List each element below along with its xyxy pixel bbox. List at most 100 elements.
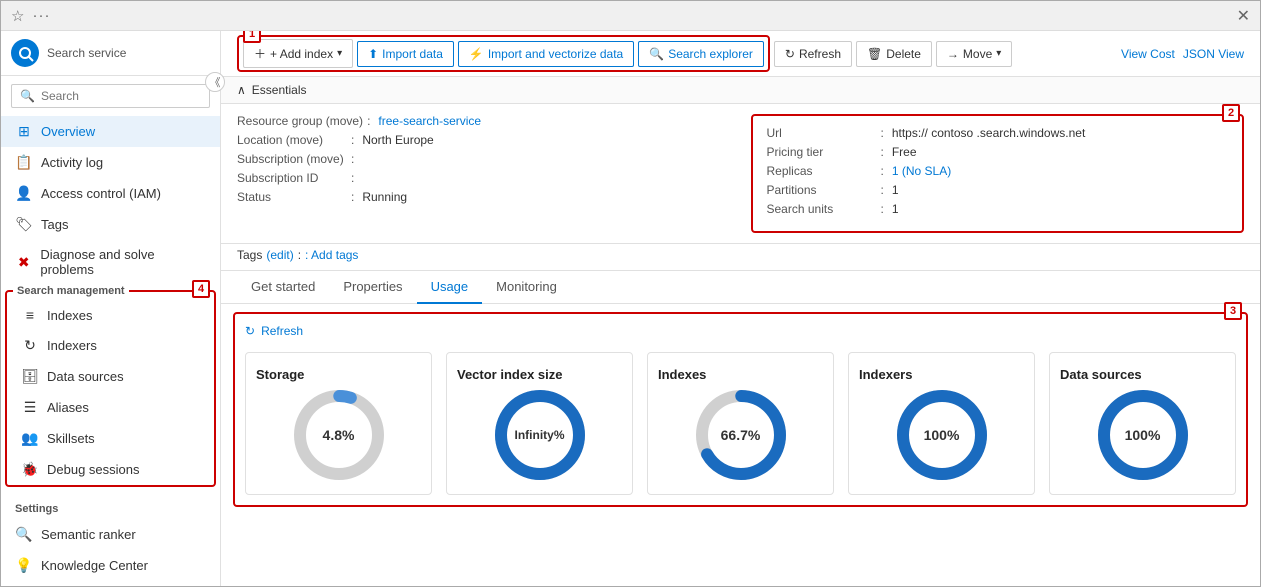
indexers-icon: ↻ bbox=[21, 337, 39, 354]
tags-add-link[interactable]: : Add tags bbox=[305, 248, 358, 262]
cards-row: Storage4.8%Vector index sizeInfinity%Ind… bbox=[245, 352, 1236, 495]
sidebar-item-label: Semantic ranker bbox=[41, 527, 136, 542]
tab-get-started[interactable]: Get started bbox=[237, 271, 329, 304]
collapse-icon[interactable]: 《 bbox=[205, 72, 221, 92]
move-button[interactable]: → Move ▾ bbox=[936, 41, 1012, 67]
import-vectorize-icon: ⚡ bbox=[469, 47, 484, 61]
dropdown-icon: ▾ bbox=[337, 48, 342, 59]
card-title-indexes: Indexes bbox=[658, 367, 706, 382]
more-icon[interactable]: ··· bbox=[32, 7, 50, 24]
donut-wrapper-data-sources: 100% bbox=[1098, 390, 1188, 480]
search-units-row: Search units : 1 bbox=[767, 202, 1229, 216]
sidebar-item-knowledge-center[interactable]: 💡 Knowledge Center bbox=[1, 550, 220, 581]
card-data-sources: Data sources 100% bbox=[1049, 352, 1236, 495]
app-logo bbox=[11, 39, 39, 67]
import-vectorize-button[interactable]: ⚡ Import and vectorize data bbox=[458, 41, 634, 67]
sidebar-item-access-control[interactable]: 👤 Access control (IAM) bbox=[1, 178, 220, 209]
pricing-row: Pricing tier : Free bbox=[767, 145, 1229, 159]
page-content: ∧ Essentials Resource group (move) : fre… bbox=[221, 77, 1260, 586]
view-cost-link[interactable]: View Cost bbox=[1121, 47, 1175, 61]
import-data-icon: ⬆ bbox=[368, 47, 378, 61]
sidebar-item-tags[interactable]: 🏷 Tags bbox=[1, 209, 220, 240]
essentials-right-wrapper: 2 Url : https:// contoso .search.windows… bbox=[751, 114, 1245, 233]
close-icon[interactable]: ✕ bbox=[1237, 6, 1250, 26]
sidebar-service-label: Search service bbox=[47, 46, 126, 60]
diagnose-icon: ✖ bbox=[15, 254, 32, 271]
badge-2: 2 bbox=[1222, 104, 1240, 122]
pricing-value: Free bbox=[892, 145, 917, 159]
sidebar-item-indexes[interactable]: ≡ Indexes bbox=[7, 300, 214, 330]
activity-log-icon: 📋 bbox=[15, 154, 33, 171]
donut-wrapper-storage: 4.8% bbox=[294, 390, 384, 480]
replicas-label: Replicas bbox=[767, 164, 877, 178]
replicas-value[interactable]: 1 (No SLA) bbox=[892, 164, 951, 178]
sidebar-item-label: Indexes bbox=[47, 308, 93, 323]
import-data-button[interactable]: ⬆ Import data bbox=[357, 41, 454, 67]
json-view-link[interactable]: JSON View bbox=[1183, 47, 1244, 61]
url-row: Url : https:// contoso .search.windows.n… bbox=[767, 126, 1229, 140]
sidebar-item-indexers[interactable]: ↻ Indexers bbox=[7, 330, 214, 361]
resource-group-label: Resource group (move) bbox=[237, 114, 363, 128]
tabs-container: Get started Properties Usage Monitoring bbox=[221, 271, 1260, 304]
tab-properties[interactable]: Properties bbox=[329, 271, 416, 304]
sidebar-item-activity-log[interactable]: 📋 Activity log bbox=[1, 147, 220, 178]
search-explorer-icon: 🔍 bbox=[649, 47, 664, 61]
add-index-button[interactable]: ＋ + Add index ▾ bbox=[243, 39, 353, 68]
essentials-header[interactable]: ∧ Essentials bbox=[221, 77, 1260, 104]
delete-button[interactable]: 🗑 Delete bbox=[856, 41, 932, 67]
essentials-collapse-icon[interactable]: ∧ bbox=[237, 83, 246, 97]
card-storage: Storage4.8% bbox=[245, 352, 432, 495]
toolbar-right: View Cost JSON View bbox=[1121, 47, 1244, 61]
tags-edit-link[interactable]: (edit) bbox=[266, 248, 293, 262]
star-icon[interactable]: ☆ bbox=[11, 7, 24, 25]
resource-group-value[interactable]: free-search-service bbox=[378, 114, 481, 128]
donut-wrapper-indexes: 66.7% bbox=[696, 390, 786, 480]
usage-refresh-row[interactable]: ↻ Refresh bbox=[245, 324, 1236, 338]
overview-icon: ⊞ bbox=[15, 123, 33, 140]
sidebar-item-overview[interactable]: ⊞ Overview bbox=[1, 116, 220, 147]
toolbar-badge-group: 1 ＋ + Add index ▾ ⬆ Import data ⚡ Imp bbox=[237, 35, 770, 72]
donut-wrapper-indexers: 100% bbox=[897, 390, 987, 480]
pricing-label: Pricing tier bbox=[767, 145, 877, 159]
indexes-icon: ≡ bbox=[21, 307, 39, 323]
sidebar-search-box[interactable]: 🔍 bbox=[11, 84, 210, 108]
sidebar-item-debug-sessions[interactable]: 🐞 Debug sessions bbox=[7, 454, 214, 485]
card-title-indexers: Indexers bbox=[859, 367, 912, 382]
status-label: Status bbox=[237, 190, 347, 204]
card-title-vector-index-size: Vector index size bbox=[457, 367, 563, 382]
sidebar-item-label: Data sources bbox=[47, 369, 124, 384]
sidebar-nav: ⊞ Overview 📋 Activity log 👤 Access contr… bbox=[1, 116, 220, 586]
sidebar-item-diagnose[interactable]: ✖ Diagnose and solve problems bbox=[1, 240, 220, 284]
sidebar-item-label: Skillsets bbox=[47, 431, 95, 446]
sidebar-item-skillsets[interactable]: 👥 Skillsets bbox=[7, 423, 214, 454]
search-units-label: Search units bbox=[767, 202, 877, 216]
sidebar: Search service 🔍 《 ⊞ Overview 📋 Activity… bbox=[1, 31, 221, 586]
search-explorer-button[interactable]: 🔍 Search explorer bbox=[638, 41, 764, 67]
tab-monitoring[interactable]: Monitoring bbox=[482, 271, 571, 304]
sidebar-item-semantic-ranker[interactable]: 🔍 Semantic ranker bbox=[1, 519, 220, 550]
essentials-body: Resource group (move) : free-search-serv… bbox=[221, 104, 1260, 244]
tab-usage[interactable]: Usage bbox=[417, 271, 483, 304]
location-row: Location (move) : North Europe bbox=[237, 133, 731, 147]
badge-1: 1 bbox=[243, 31, 261, 43]
sidebar-item-data-sources[interactable]: 🗄 Data sources bbox=[7, 361, 214, 392]
sidebar-item-label: Diagnose and solve problems bbox=[40, 247, 206, 277]
badge-3: 3 bbox=[1224, 302, 1242, 320]
toolbar-actions: 1 ＋ + Add index ▾ ⬆ Import data ⚡ Imp bbox=[237, 35, 1012, 72]
refresh-button[interactable]: ↻ Refresh bbox=[774, 41, 852, 67]
url-label: Url bbox=[767, 126, 877, 140]
sidebar-item-label: Aliases bbox=[47, 400, 89, 415]
subscription-id-row: Subscription ID : bbox=[237, 171, 731, 185]
refresh-icon: ↻ bbox=[785, 47, 795, 61]
main-content: 1 ＋ + Add index ▾ ⬆ Import data ⚡ Imp bbox=[221, 31, 1260, 586]
semantic-ranker-icon: 🔍 bbox=[15, 526, 33, 543]
search-units-value: 1 bbox=[892, 202, 899, 216]
sidebar-item-keys[interactable]: 🔑 Keys bbox=[1, 581, 220, 586]
sidebar-item-label: Access control (IAM) bbox=[41, 186, 161, 201]
badge-4: 4 bbox=[192, 280, 210, 298]
search-input[interactable] bbox=[41, 89, 201, 103]
card-title-data-sources: Data sources bbox=[1060, 367, 1142, 382]
subscription-id-label: Subscription ID bbox=[237, 171, 347, 185]
sidebar-item-aliases[interactable]: ☰ Aliases bbox=[7, 392, 214, 423]
move-dropdown-icon: ▾ bbox=[996, 48, 1001, 59]
